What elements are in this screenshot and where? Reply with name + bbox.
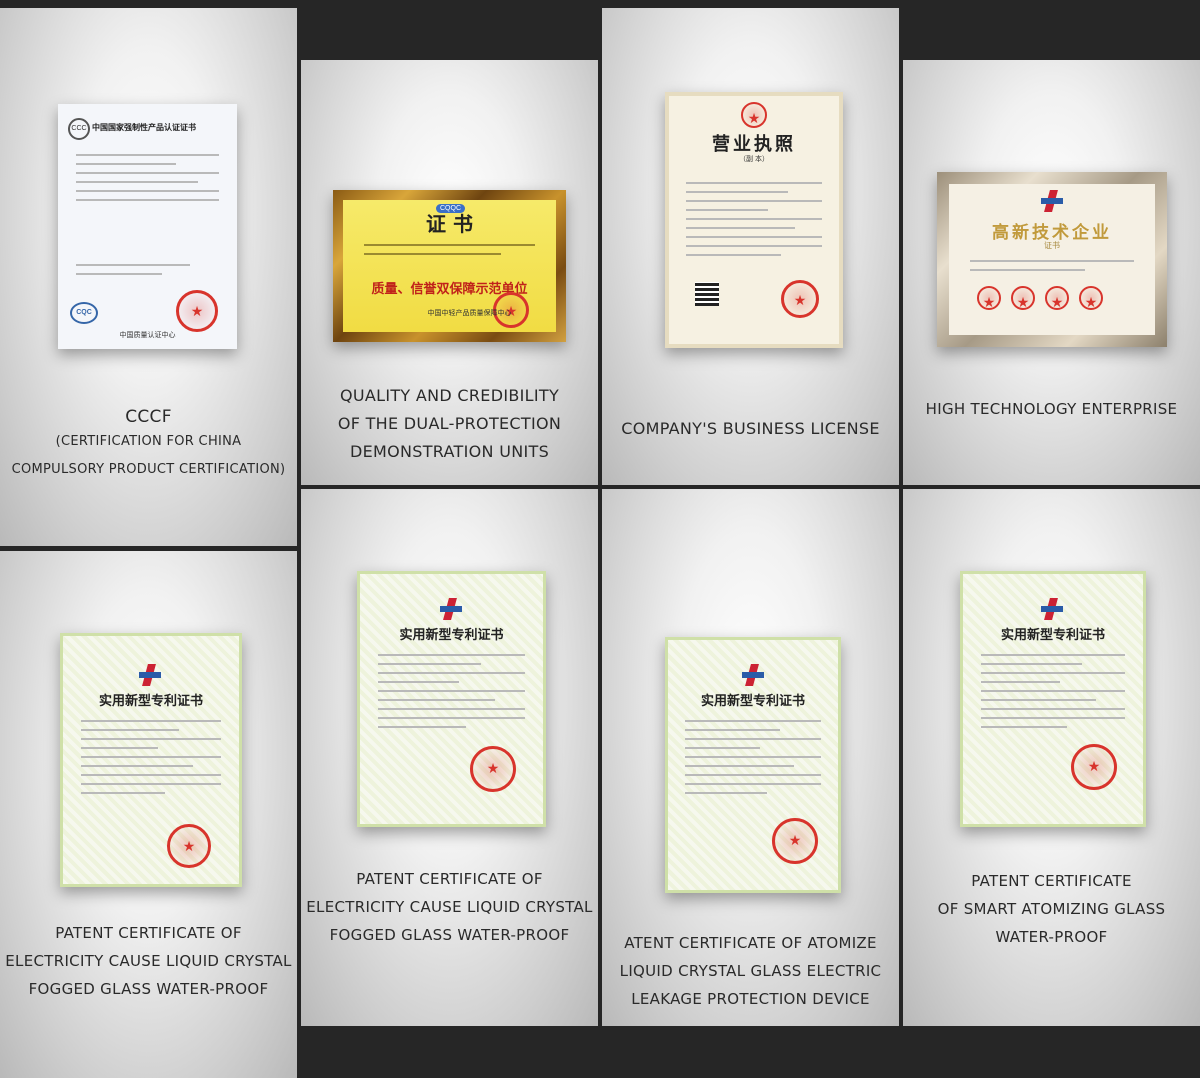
high-tech-certificate-image: 高新技术企业 证书 — [937, 172, 1167, 347]
patent-certificate-image: 实用新型专利证书 — [357, 571, 546, 827]
official-seal — [1079, 286, 1103, 311]
certificate-doc-title: 实用新型专利证书 — [98, 694, 203, 709]
patent-office-logo-icon — [139, 664, 161, 686]
official-seal — [1045, 286, 1069, 311]
official-seal — [176, 290, 218, 332]
certificate-caption: COMPANY'S BUSINESS LICENSE — [621, 419, 880, 438]
certificate-caption: ATENT CERTIFICATE OF ATOMIZE LIQUID CRYS… — [619, 934, 882, 1008]
official-seal — [781, 280, 819, 318]
official-seal — [470, 746, 516, 792]
certificate-card-business-license: 营业执照 （副 本） COMPANY'S BUSINESS LICENSE — [602, 8, 899, 485]
certificate-doc-title: 中国国家强制性产品认证证书 — [92, 123, 196, 132]
official-seal — [772, 818, 818, 864]
certificate-caption: QUALITY AND CREDIBILITY OF THE DUAL-PROT… — [337, 386, 562, 461]
quality-certificate-image: 证 书 CQQC 质量、信誉双保障示范单位 中国中轻产品质量保障中心 — [333, 190, 566, 342]
certificate-doc-title: 实用新型专利证书 — [399, 628, 504, 643]
cqqc-badge: CQQC — [436, 204, 465, 213]
certificate-card-patent-3: 实用新型专利证书 ATENT CERTIFICATE OF ATOMIZE LI… — [602, 489, 899, 1026]
certificate-card-cccf: CCC 中国国家强制性产品认证证书 CQC 中国质量认证中心 CCCF (CER… — [0, 8, 297, 546]
patent-office-logo-icon — [1041, 598, 1063, 620]
high-tech-logo-icon — [1041, 190, 1063, 212]
qr-code-icon — [695, 282, 719, 306]
cqc-badge: CQC — [70, 302, 98, 324]
patent-certificate-image: 实用新型专利证书 — [960, 571, 1146, 827]
certificate-caption: PATENT CERTIFICATE OF ELECTRICITY CAUSE … — [5, 924, 292, 998]
certificate-doc-subtitle: 质量、信誉双保障示范单位 — [371, 281, 528, 296]
certificate-footer: 中国中轻产品质量保障中心 — [427, 310, 512, 317]
certificate-doc-title: 营业执照 — [712, 134, 796, 155]
official-seal — [977, 286, 1001, 311]
certificate-card-patent-4: 实用新型专利证书 PATENT CERTIFICATE OF SMART ATO… — [903, 489, 1200, 1026]
certificate-caption: CCCF (CERTIFICATION FOR CHINA COMPULSORY… — [11, 407, 286, 477]
patent-office-logo-icon — [440, 598, 462, 620]
certificate-card-high-tech: 高新技术企业 证书 HIGH TECHNOLOGY ENTERPRISE — [903, 60, 1200, 485]
certificate-card-quality: 证 书 CQQC 质量、信誉双保障示范单位 中国中轻产品质量保障中心 QUALI… — [301, 60, 598, 485]
certificate-doc-subtitle: （副 本） — [739, 156, 769, 163]
patent-office-logo-icon — [742, 664, 764, 686]
official-seal — [1071, 744, 1117, 790]
certificate-caption: PATENT CERTIFICATE OF ELECTRICITY CAUSE … — [306, 870, 593, 944]
ccc-logo-icon: CCC — [68, 118, 90, 140]
cccf-certificate-image: CCC 中国国家强制性产品认证证书 CQC 中国质量认证中心 — [58, 104, 237, 349]
certificate-doc-title: 实用新型专利证书 — [1000, 628, 1105, 643]
certificate-footer: 中国质量认证中心 — [119, 332, 176, 339]
patent-certificate-image: 实用新型专利证书 — [665, 637, 841, 893]
certificate-card-patent-2: 实用新型专利证书 PATENT CERTIFICATE OF ELECTRICI… — [301, 489, 598, 1026]
certificate-caption: HIGH TECHNOLOGY ENTERPRISE — [925, 400, 1178, 418]
certificate-doc-subtitle: 证书 — [1044, 241, 1060, 250]
business-license-image: 营业执照 （副 本） — [665, 92, 843, 348]
certificate-doc-title: 实用新型专利证书 — [700, 694, 805, 709]
national-emblem-icon — [741, 102, 767, 128]
official-seal — [167, 824, 211, 868]
certificate-card-patent-1: 实用新型专利证书 PATENT CERTIFICATE OF ELECTRICI… — [0, 551, 297, 1078]
patent-certificate-image: 实用新型专利证书 — [60, 633, 242, 887]
certificate-caption: PATENT CERTIFICATE OF SMART ATOMIZING GL… — [937, 872, 1166, 946]
official-seal — [1011, 286, 1035, 311]
